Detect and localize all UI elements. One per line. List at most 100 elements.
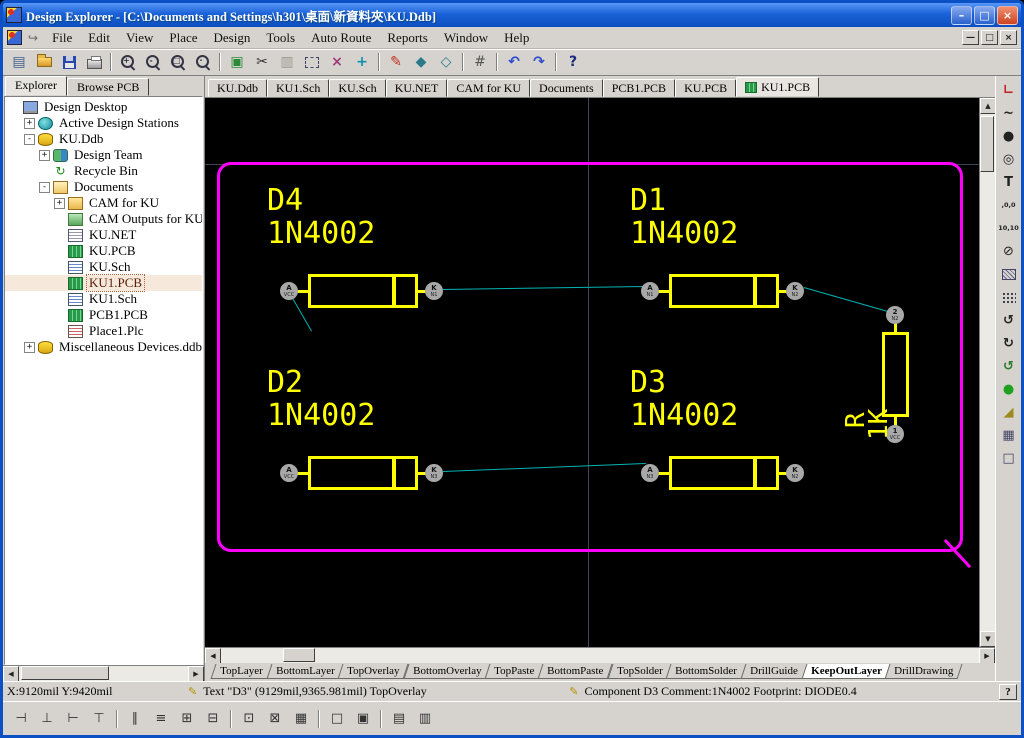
menu-reports[interactable]: Reports bbox=[379, 28, 435, 48]
design-manager-button[interactable]: ▤ bbox=[7, 51, 31, 73]
save-button[interactable] bbox=[57, 51, 81, 73]
zoom-out-button[interactable]: - bbox=[141, 51, 165, 73]
maximize-button[interactable]: □ bbox=[974, 6, 995, 25]
component-body-d4[interactable] bbox=[308, 274, 418, 308]
zoom-in-button[interactable]: + bbox=[116, 51, 140, 73]
arrange-within-room-button[interactable]: ▣ bbox=[351, 708, 375, 730]
rotate-cw-button[interactable]: ↻ bbox=[998, 333, 1020, 353]
tree-item-ku-ddb[interactable]: -KU.Ddb bbox=[5, 131, 202, 147]
tree-item-cam-outputs-for-ku[interactable]: +CAM Outputs for KU bbox=[5, 211, 202, 227]
tree-expander[interactable]: - bbox=[24, 134, 35, 145]
tree-item-active-design-stations[interactable]: +Active Design Stations bbox=[5, 115, 202, 131]
align-center-button[interactable]: ⊥ bbox=[35, 708, 59, 730]
tree-item-cam-for-ku[interactable]: +CAM for KU bbox=[5, 195, 202, 211]
snapshot-button[interactable]: ▣ bbox=[225, 51, 249, 73]
panel-tab-explorer[interactable]: Explorer bbox=[5, 76, 67, 96]
silkscreen-value[interactable]: 1N4002 bbox=[267, 219, 375, 249]
minimize-button[interactable]: – bbox=[951, 6, 972, 25]
layer-tab-drilldrawing[interactable]: DrillDrawing bbox=[885, 664, 963, 679]
layer-tab-topoverlay[interactable]: TopOverlay bbox=[338, 664, 409, 679]
layer-tab-keepoutlayer[interactable]: KeepOutLayer bbox=[801, 664, 891, 679]
tree-expander[interactable]: + bbox=[39, 150, 50, 161]
mdi-restore-button[interactable]: □ bbox=[981, 30, 998, 45]
redo-button[interactable]: ↷ bbox=[527, 51, 551, 73]
doc-tab-ku-pcb[interactable]: KU.PCB bbox=[675, 79, 736, 97]
interactive-route-button[interactable]: ∟ bbox=[998, 80, 1020, 100]
component-body-d1[interactable] bbox=[669, 274, 779, 308]
scroll-right-arrow[interactable]: ▶ bbox=[188, 666, 204, 682]
layer-tab-bottomoverlay[interactable]: BottomOverlay bbox=[403, 664, 490, 679]
component-body-r[interactable] bbox=[882, 332, 909, 417]
layer-tab-toplayer[interactable]: TopLayer bbox=[211, 664, 272, 679]
pad-A[interactable]: AN1 bbox=[641, 282, 659, 300]
doc-tab-ku-net[interactable]: KU.NET bbox=[386, 79, 448, 97]
layer-tab-bottomlayer[interactable]: BottomLayer bbox=[266, 664, 344, 679]
tree-item-ku-sch[interactable]: +KU.Sch bbox=[5, 259, 202, 275]
menu-design[interactable]: Design bbox=[206, 28, 259, 48]
menu-window[interactable]: Window bbox=[436, 28, 496, 48]
silkscreen-value[interactable]: 1N4002 bbox=[630, 401, 738, 431]
doc-tab-documents[interactable]: Documents bbox=[530, 79, 603, 97]
tree-item-recycle-bin[interactable]: +↻Recycle Bin bbox=[5, 163, 202, 179]
pcb-canvas[interactable]: D41N4002AVCCKN1D11N4002AN1KN2D21N4002AVC… bbox=[205, 98, 979, 647]
doc-tab-cam-for-ku[interactable]: CAM for KU bbox=[447, 79, 530, 97]
doc-tab-pcb1-pcb[interactable]: PCB1.PCB bbox=[603, 79, 675, 97]
scroll-track[interactable] bbox=[221, 648, 979, 663]
place-coordinate-button[interactable]: ,0,0 bbox=[998, 195, 1020, 215]
tree-item-ku1-sch[interactable]: +KU1.Sch bbox=[5, 291, 202, 307]
space-vertical-button[interactable]: ≡ bbox=[149, 708, 173, 730]
tree-item-ku-net[interactable]: +KU.NET bbox=[5, 227, 202, 243]
tree-expander[interactable]: + bbox=[54, 198, 65, 209]
global-edit-button[interactable]: ✎ bbox=[384, 51, 408, 73]
tree-item-place1-plc[interactable]: +Place1.Plc bbox=[5, 323, 202, 339]
tree-expander[interactable]: - bbox=[39, 182, 50, 193]
open-document-button[interactable] bbox=[32, 51, 56, 73]
move-item-button[interactable]: + bbox=[350, 51, 374, 73]
component-body-d3[interactable] bbox=[669, 456, 779, 490]
print-button[interactable] bbox=[82, 51, 106, 73]
scroll-right-arrow[interactable]: ▶ bbox=[979, 648, 995, 664]
highlight-net-button[interactable]: ● bbox=[998, 379, 1020, 399]
pad-A[interactable]: AN3 bbox=[641, 464, 659, 482]
mirror-component-button[interactable]: ↺ bbox=[998, 356, 1020, 376]
mdi-close-button[interactable]: × bbox=[1000, 30, 1017, 45]
document-icon[interactable] bbox=[7, 30, 22, 45]
place-pad-button[interactable]: ● bbox=[998, 126, 1020, 146]
rotate-ccw-button[interactable]: ↺ bbox=[998, 310, 1020, 330]
place-room-button[interactable]: □ bbox=[998, 448, 1020, 468]
scroll-track[interactable] bbox=[19, 666, 188, 681]
cut-button[interactable]: ✂ bbox=[250, 51, 274, 73]
menu-place[interactable]: Place bbox=[161, 28, 205, 48]
close-button[interactable]: × bbox=[997, 6, 1018, 25]
mdi-minimize-button[interactable]: — bbox=[962, 30, 979, 45]
silkscreen-ref-d1[interactable]: D1 bbox=[630, 186, 666, 216]
zoom-pan-button[interactable]: · bbox=[191, 51, 215, 73]
menu-help[interactable]: Help bbox=[496, 28, 537, 48]
place-arc-button[interactable]: ~ bbox=[998, 103, 1020, 123]
silkscreen-value[interactable]: 1N4002 bbox=[630, 219, 738, 249]
silkscreen-1k[interactable]: 1K bbox=[866, 409, 892, 440]
align-top-button[interactable]: ⊤ bbox=[87, 708, 111, 730]
align-to-grid-button[interactable]: ⊡ bbox=[237, 708, 261, 730]
doc-tab-ku-sch[interactable]: KU.Sch bbox=[329, 79, 385, 97]
scroll-thumb[interactable] bbox=[283, 648, 315, 662]
set-origin-button[interactable]: ⊘ bbox=[998, 241, 1020, 261]
align-left-button[interactable]: ⊣ bbox=[9, 708, 33, 730]
stack-components-button[interactable]: ▥ bbox=[413, 708, 437, 730]
scroll-track[interactable] bbox=[980, 114, 995, 631]
menu-view[interactable]: View bbox=[118, 28, 161, 48]
status-help-button[interactable]: ? bbox=[999, 684, 1017, 700]
space-horizontal-button[interactable]: ∥ bbox=[123, 708, 147, 730]
place-array-button[interactable] bbox=[998, 287, 1020, 307]
doc-tab-ku-ddb[interactable]: KU.Ddb bbox=[208, 79, 267, 97]
tree-item-ku1-pcb[interactable]: +KU1.PCB bbox=[5, 275, 202, 291]
place-dimension-button[interactable]: 10,10 bbox=[998, 218, 1020, 238]
drc-batch-button[interactable]: ◇ bbox=[434, 51, 458, 73]
tree-expander[interactable]: + bbox=[24, 118, 35, 129]
copy-button[interactable]: ▥ bbox=[275, 51, 299, 73]
tree-expander[interactable]: + bbox=[24, 342, 35, 353]
undo-button[interactable]: ↶ bbox=[502, 51, 526, 73]
panel-tab-browse-pcb[interactable]: Browse PCB bbox=[67, 78, 149, 96]
tree-item-design-desktop[interactable]: +Design Desktop bbox=[5, 99, 202, 115]
place-room-tool-button[interactable]: □ bbox=[325, 708, 349, 730]
